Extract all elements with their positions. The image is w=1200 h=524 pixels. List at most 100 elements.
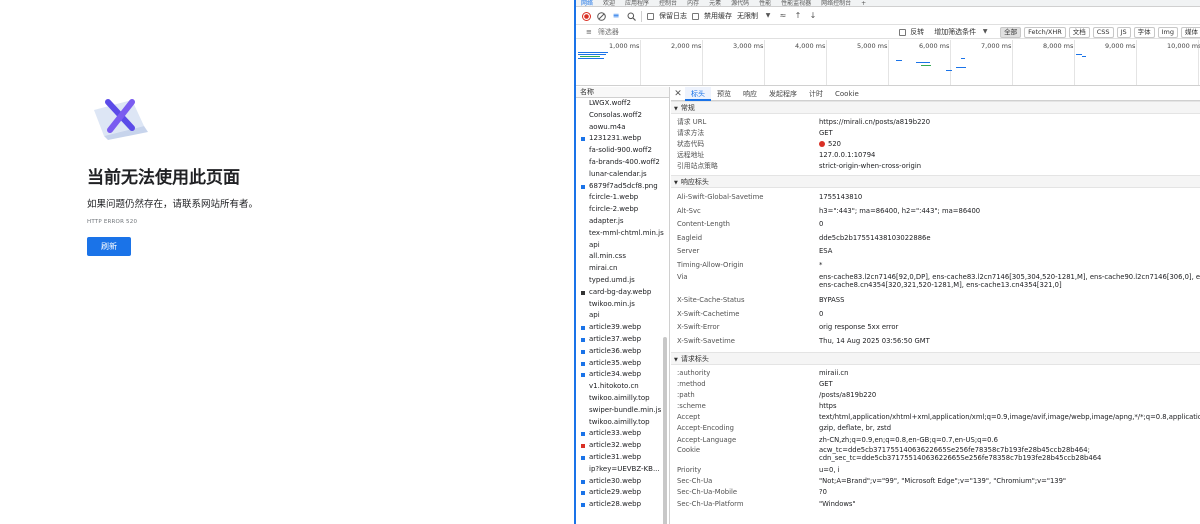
header-value[interactable]: h3=":443"; ma=86400, h2=":443"; ma=86400: [819, 205, 980, 219]
name-column-header[interactable]: 名称: [576, 87, 669, 98]
header-value[interactable]: u=0, i: [819, 465, 840, 476]
chevron-down-icon[interactable]: ▼: [980, 27, 990, 37]
request-row[interactable]: twikoo.aimilly.top: [576, 393, 669, 405]
request-row[interactable]: 1231231.webp: [576, 133, 669, 145]
clear-icon[interactable]: [596, 11, 606, 21]
header-value[interactable]: 127.0.0.1:10794: [819, 150, 875, 161]
header-value[interactable]: 0: [819, 218, 823, 232]
devtools-tab[interactable]: 控制台: [654, 1, 682, 7]
header-value[interactable]: ESA: [819, 245, 832, 259]
invert-checkbox[interactable]: [899, 28, 907, 36]
request-row[interactable]: lunar-calendar.js: [576, 169, 669, 181]
request-row[interactable]: fcircle-2.webp: [576, 204, 669, 216]
header-value[interactable]: 0: [819, 308, 823, 322]
detail-tab[interactable]: 标头: [685, 87, 711, 101]
throttle-select[interactable]: 无限制: [737, 11, 758, 21]
filter-input[interactable]: [597, 28, 896, 36]
record-icon[interactable]: [581, 11, 591, 21]
devtools-tab[interactable]: 欢迎: [598, 1, 620, 7]
header-value[interactable]: 1755143810: [819, 191, 862, 205]
download-icon[interactable]: ↓: [808, 11, 818, 21]
header-value[interactable]: text/html,application/xhtml+xml,applicat…: [819, 412, 1200, 423]
detail-tab[interactable]: 预览: [711, 87, 737, 101]
chevron-down-icon[interactable]: ▼: [763, 11, 773, 21]
header-value[interactable]: https: [819, 401, 837, 412]
request-row[interactable]: api: [576, 310, 669, 322]
header-value[interactable]: "Not;A=Brand";v="99", "Microsoft Edge";v…: [819, 476, 1066, 487]
section-header-response-headers[interactable]: ▼ 响应标头: [671, 175, 1200, 188]
filter-chip[interactable]: Fetch/XHR: [1024, 26, 1066, 38]
request-row[interactable]: Consolas.woff2: [576, 110, 669, 122]
request-row[interactable]: article32.webp: [576, 440, 669, 452]
filter-chip[interactable]: 媒体: [1180, 26, 1200, 38]
request-row[interactable]: twikoo.min.js: [576, 299, 669, 311]
devtools-tab[interactable]: 网络: [576, 1, 598, 7]
header-value[interactable]: https://mirali.cn/posts/a819b220: [819, 117, 930, 128]
devtools-tab[interactable]: 元素: [704, 1, 726, 7]
header-value[interactable]: orig response 5xx error: [819, 321, 898, 335]
header-value[interactable]: strict-origin-when-cross-origin: [819, 161, 921, 172]
request-row[interactable]: all.min.css: [576, 251, 669, 263]
header-value[interactable]: "Windows": [819, 499, 856, 510]
request-row[interactable]: article37.webp: [576, 334, 669, 346]
devtools-tab[interactable]: 源代码: [726, 1, 754, 7]
request-row[interactable]: adapter.js: [576, 216, 669, 228]
request-row[interactable]: 6879f7ad5dcf8.png: [576, 181, 669, 193]
filter-chip[interactable]: CSS: [1092, 26, 1114, 38]
section-header-request-headers[interactable]: ▼ 请求标头: [671, 351, 1200, 365]
detail-tab[interactable]: Cookie: [829, 87, 865, 101]
request-row[interactable]: fa-brands-400.woff2: [576, 157, 669, 169]
request-row[interactable]: mirai.cn: [576, 263, 669, 275]
header-value[interactable]: /posts/a819b220: [819, 390, 876, 401]
wifi-settings-icon[interactable]: ≈: [778, 11, 788, 21]
header-value[interactable]: GET: [819, 379, 833, 390]
header-value[interactable]: acw_tc=dde5cb37175514063622665Se256fe783…: [819, 446, 1101, 462]
filter-chip[interactable]: 字体: [1133, 26, 1155, 38]
header-value[interactable]: miraii.cn: [819, 368, 848, 379]
request-row[interactable]: v1.hitokoto.cn: [576, 381, 669, 393]
request-row[interactable]: article35.webp: [576, 358, 669, 370]
request-row[interactable]: fa-solid-900.woff2: [576, 145, 669, 157]
devtools-tab[interactable]: +: [856, 1, 871, 7]
header-value[interactable]: gzip, deflate, br, zstd: [819, 423, 891, 434]
section-header-general[interactable]: ▼ 常规: [671, 101, 1200, 114]
header-value[interactable]: GET: [819, 128, 833, 139]
request-row[interactable]: card-bg-day.webp: [576, 287, 669, 299]
filter-chip[interactable]: 文档: [1068, 26, 1090, 38]
preserve-log-checkbox[interactable]: [647, 12, 654, 20]
devtools-tab[interactable]: 应用程序: [620, 1, 654, 7]
filter-chip[interactable]: JS: [1116, 26, 1131, 38]
filter-icon[interactable]: ≡: [611, 11, 621, 21]
network-overview-timeline[interactable]: 1,000 ms 2,000 ms 3,000 ms 4,000 ms 5,000 ms…: [576, 40, 1200, 86]
close-icon[interactable]: ✕: [671, 89, 685, 99]
header-value[interactable]: ?0: [819, 487, 827, 498]
request-row[interactable]: LWGX.woff2: [576, 98, 669, 110]
detail-tab[interactable]: 发起程序: [763, 87, 803, 101]
header-value[interactable]: BYPASS: [819, 294, 844, 308]
filter-chip[interactable]: Img: [1157, 26, 1178, 38]
header-value[interactable]: zh-CN,zh;q=0.9,en;q=0.8,en-GB;q=0.7,en-U…: [819, 435, 998, 446]
request-row[interactable]: article28.webp: [576, 499, 669, 511]
disable-cache-checkbox[interactable]: [692, 12, 699, 20]
upload-icon[interactable]: ↑: [793, 11, 803, 21]
request-row[interactable]: article29.webp: [576, 487, 669, 499]
request-row[interactable]: article30.webp: [576, 476, 669, 488]
devtools-tab[interactable]: 内存: [682, 1, 704, 7]
request-list-scrollbar[interactable]: [663, 337, 667, 524]
request-row[interactable]: aowu.m4a: [576, 122, 669, 134]
refresh-button[interactable]: 刷新: [87, 237, 131, 256]
request-row[interactable]: tex-mml-chtml.min.js: [576, 228, 669, 240]
header-value[interactable]: ens-cache83.l2cn7146[92,0,DP], ens-cache…: [819, 273, 1200, 289]
request-row[interactable]: twikoo.aimilly.top: [576, 417, 669, 429]
request-row[interactable]: typed.umd.js: [576, 275, 669, 287]
devtools-tab[interactable]: 性能监视器: [776, 1, 816, 7]
filter-chip[interactable]: 全部: [1000, 26, 1022, 38]
request-row[interactable]: swiper-bundle.min.js: [576, 405, 669, 417]
more-filters-dropdown[interactable]: 增加筛选条件: [934, 27, 976, 37]
devtools-tab[interactable]: 性能: [754, 1, 776, 7]
request-row[interactable]: article31.webp: [576, 452, 669, 464]
request-row[interactable]: article36.webp: [576, 346, 669, 358]
header-value[interactable]: 520: [819, 139, 841, 150]
request-row[interactable]: article39.webp: [576, 322, 669, 334]
devtools-tab[interactable]: 网络控制台: [816, 1, 856, 7]
